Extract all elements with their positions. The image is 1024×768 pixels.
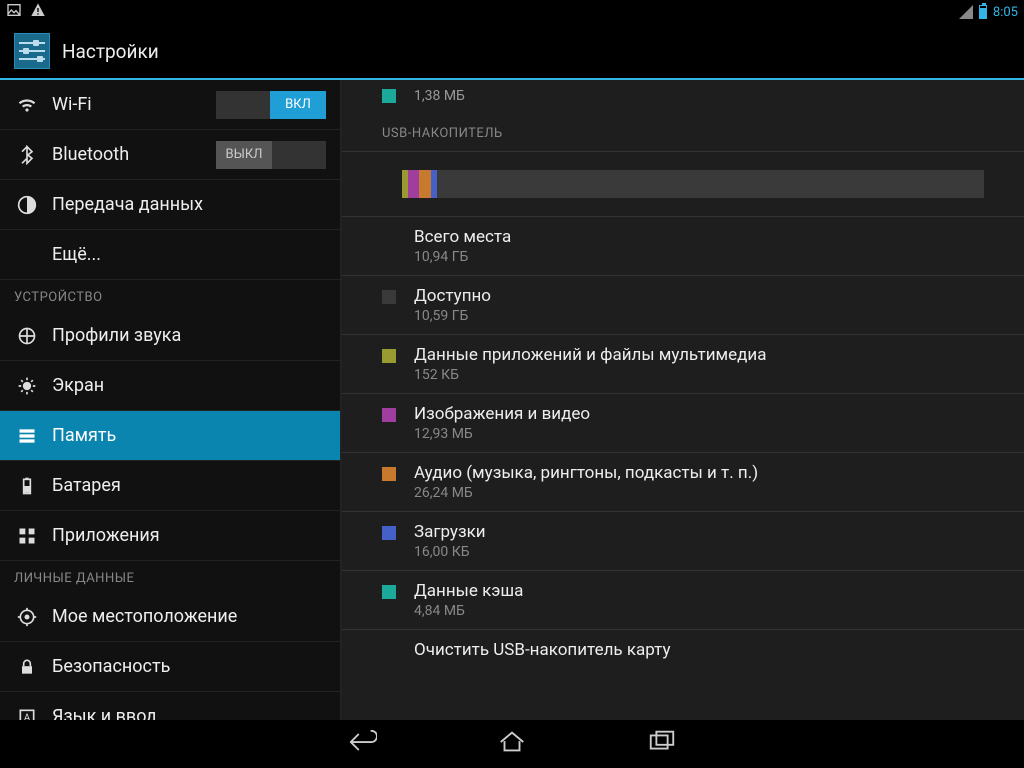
- wifi-toggle[interactable]: ВКЛ: [216, 91, 326, 119]
- storage-entry[interactable]: Данные приложений и файлы мультимедиа 152…: [342, 334, 1024, 393]
- storage-bar-wrap: [342, 156, 1024, 216]
- sidebar-item-more[interactable]: Ещё...: [0, 230, 340, 280]
- storage-entry[interactable]: Загрузки 16,00 КБ: [342, 511, 1024, 570]
- data-label: Передача данных: [52, 194, 203, 215]
- storage-bar: [402, 170, 984, 198]
- status-bar: 8:05: [0, 0, 1024, 24]
- category-personal: ЛИЧНЫЕ ДАННЫЕ: [0, 561, 340, 592]
- section-usb: USB-НАКОПИТЕЛЬ: [342, 118, 1024, 152]
- signal-icon: [959, 5, 973, 19]
- clock: 8:05: [993, 5, 1018, 20]
- color-swatch: [382, 349, 396, 363]
- entry-sub: 10,59 ГБ: [414, 308, 491, 324]
- sidebar-item-display[interactable]: Экран: [0, 361, 340, 411]
- color-swatch: [382, 467, 396, 481]
- sound-icon: [14, 326, 40, 346]
- content-pane: 1,38 МБ USB-НАКОПИТЕЛЬ Всего места 10,94 …: [342, 80, 1024, 720]
- battery-icon: [979, 5, 987, 19]
- storage-icon: [14, 426, 40, 446]
- storage-item-orphan[interactable]: 1,38 МБ: [342, 80, 1024, 118]
- storage-entry[interactable]: Доступно 10,59 ГБ: [342, 275, 1024, 334]
- more-label: Ещё...: [52, 244, 101, 265]
- sidebar-item-location[interactable]: Мое местоположение: [0, 592, 340, 642]
- color-swatch: [382, 408, 396, 422]
- sidebar-item-language[interactable]: A Язык и ввод: [0, 692, 340, 720]
- entry-sub: 152 КБ: [414, 367, 766, 383]
- bluetooth-toggle[interactable]: ВЫКЛ: [216, 141, 326, 169]
- entry-title: Изображения и видео: [414, 404, 590, 424]
- sidebar: Wi-Fi ВКЛ Bluetooth ВЫКЛ Передача данных…: [0, 80, 342, 720]
- battery-menu-icon: [14, 476, 40, 496]
- storage-entry[interactable]: Изображения и видео 12,93 МБ: [342, 393, 1024, 452]
- sidebar-item-bluetooth[interactable]: Bluetooth ВЫКЛ: [0, 130, 340, 180]
- sidebar-item-sound[interactable]: Профили звука: [0, 311, 340, 361]
- entry-sub: 4,84 МБ: [414, 603, 523, 619]
- sidebar-item-wifi[interactable]: Wi-Fi ВКЛ: [0, 80, 340, 130]
- settings-icon: [14, 33, 50, 69]
- entry-sub: 12,93 МБ: [414, 426, 590, 442]
- wifi-icon: [14, 95, 40, 115]
- entry-sub: 26,24 МБ: [414, 485, 758, 501]
- sidebar-item-storage[interactable]: Память: [0, 411, 340, 461]
- page-title: Настройки: [62, 40, 159, 63]
- back-button[interactable]: [347, 729, 377, 759]
- storage-entry[interactable]: Данные кэша 4,84 МБ: [342, 570, 1024, 629]
- category-device: УСТРОЙСТВО: [0, 280, 340, 311]
- entry-title: Аудио (музыка, рингтоны, подкасты и т. п…: [414, 463, 758, 483]
- entry-sub: 16,00 КБ: [414, 544, 486, 560]
- svg-text:A: A: [24, 713, 31, 720]
- lock-icon: [14, 657, 40, 677]
- sidebar-item-data[interactable]: Передача данных: [0, 180, 340, 230]
- sidebar-item-apps[interactable]: Приложения: [0, 511, 340, 561]
- wifi-label: Wi-Fi: [52, 94, 92, 115]
- language-icon: A: [14, 707, 40, 721]
- nav-bar: [0, 720, 1024, 768]
- data-icon: [14, 195, 40, 215]
- color-swatch: [382, 585, 396, 599]
- storage-entry[interactable]: Аудио (музыка, рингтоны, подкасты и т. п…: [342, 452, 1024, 511]
- title-bar: Настройки: [0, 24, 1024, 80]
- entry-title: Очистить USB-накопитель карту: [414, 640, 671, 660]
- sidebar-item-security[interactable]: Безопасность: [0, 642, 340, 692]
- location-icon: [14, 607, 40, 627]
- entry-title: Данные кэша: [414, 581, 523, 601]
- storage-entry[interactable]: Очистить USB-накопитель карту: [342, 629, 1024, 670]
- entry-title: Доступно: [414, 286, 491, 306]
- warning-icon: [30, 2, 46, 22]
- entry-title: Всего места: [414, 227, 511, 247]
- bluetooth-label: Bluetooth: [52, 144, 129, 165]
- color-swatch: [382, 89, 396, 103]
- color-swatch: [382, 290, 396, 304]
- gallery-icon: [6, 2, 22, 22]
- entry-title: Данные приложений и файлы мультимедиа: [414, 345, 766, 365]
- recent-button[interactable]: [647, 729, 677, 759]
- entry-title: Загрузки: [414, 522, 486, 542]
- apps-icon: [14, 526, 40, 546]
- display-icon: [14, 376, 40, 396]
- storage-entry[interactable]: Всего места 10,94 ГБ: [342, 216, 1024, 275]
- entry-sub: 10,94 ГБ: [414, 249, 511, 265]
- color-swatch: [382, 526, 396, 540]
- home-button[interactable]: [497, 729, 527, 759]
- sidebar-item-battery[interactable]: Батарея: [0, 461, 340, 511]
- bluetooth-icon: [14, 145, 40, 165]
